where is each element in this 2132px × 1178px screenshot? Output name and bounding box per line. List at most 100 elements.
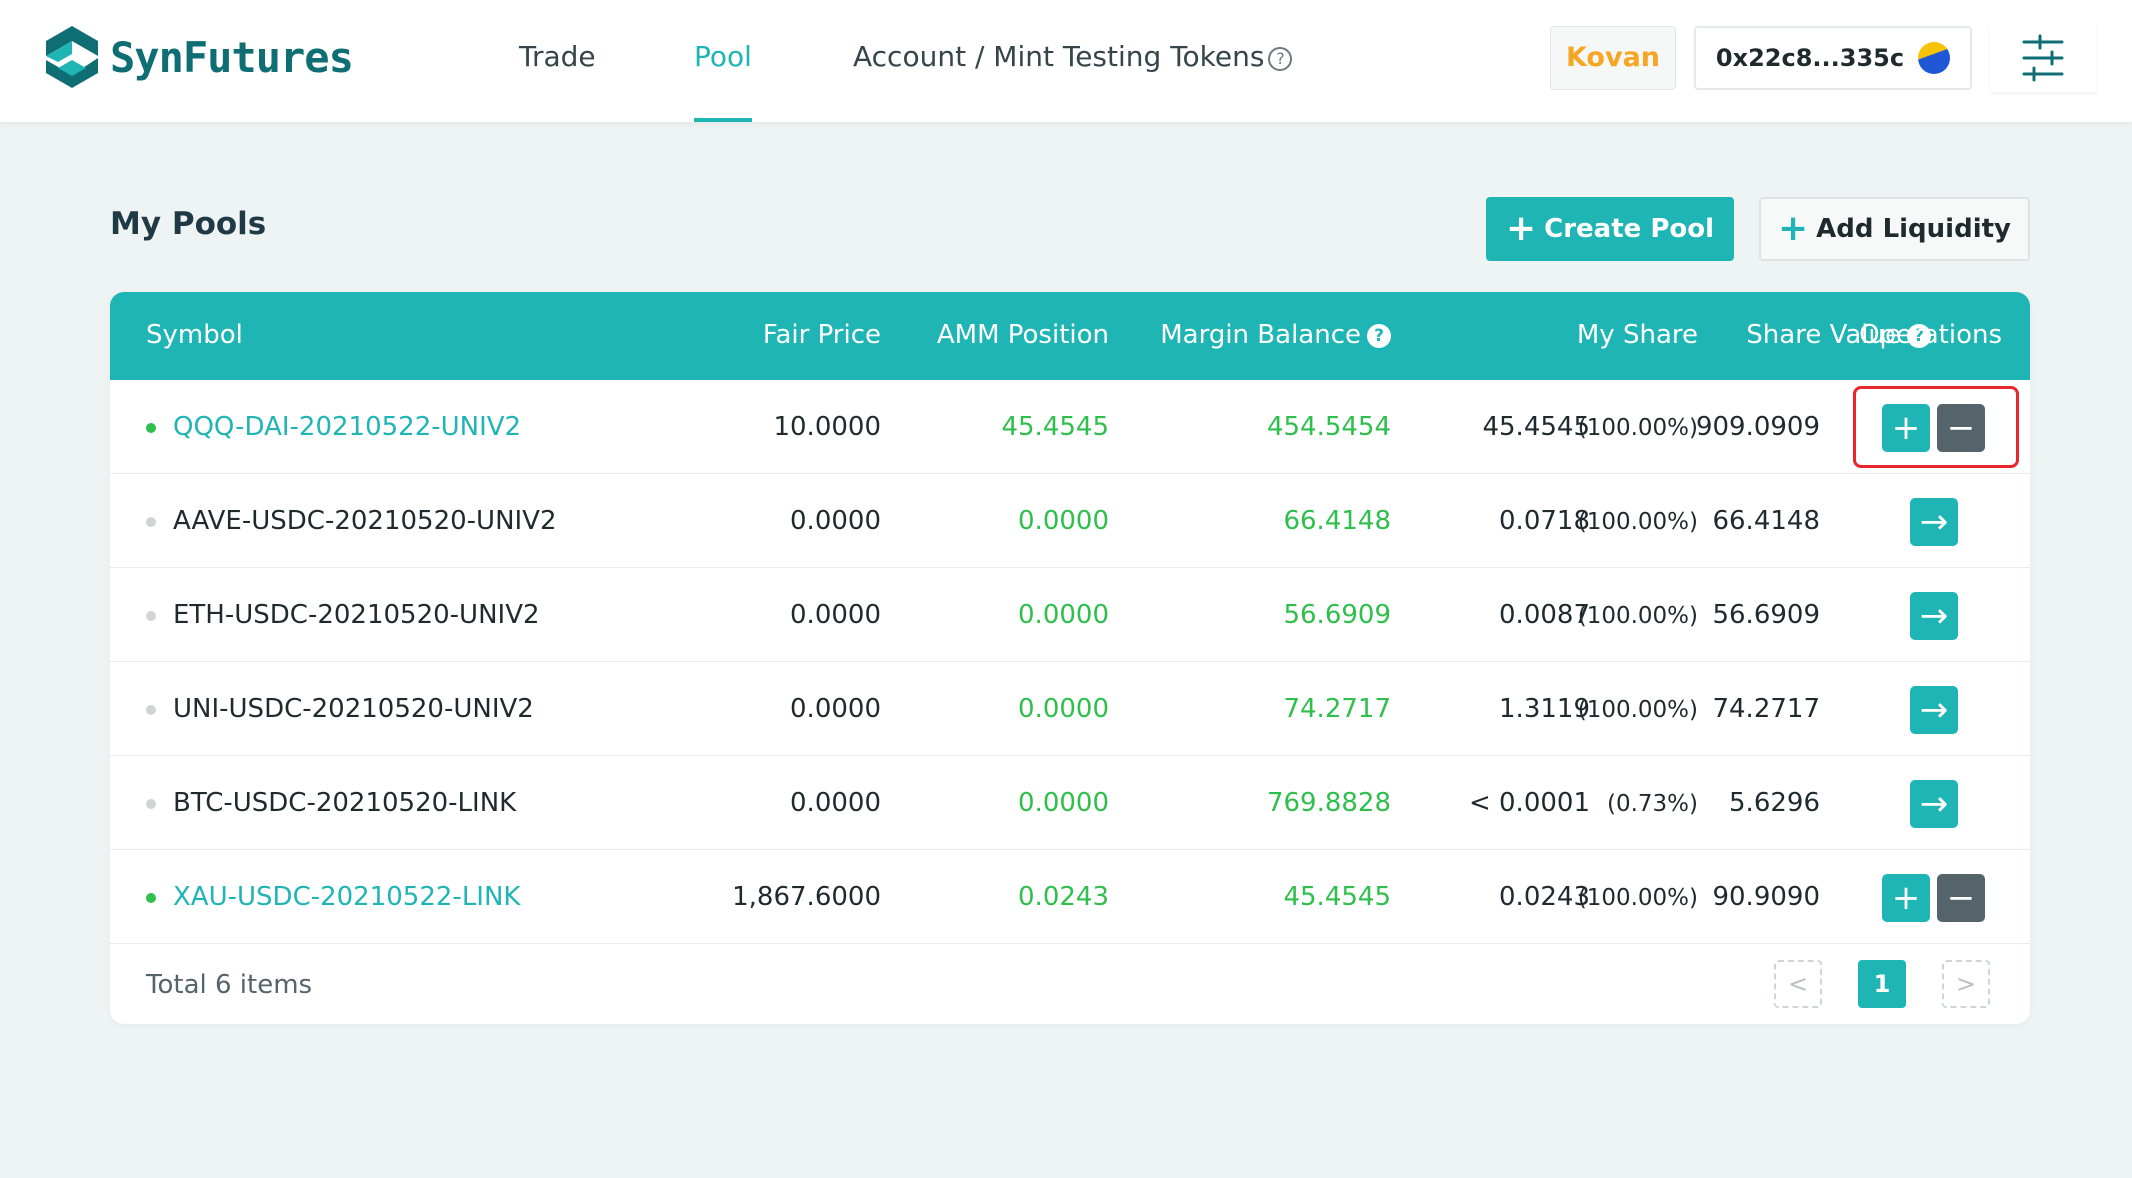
share-value: 909.0909	[1695, 412, 1820, 442]
sliders-icon	[2022, 34, 2064, 82]
symbol-label: BTC-USDC-20210520-LINK	[173, 788, 517, 818]
share-percent: (100.00%)	[1577, 415, 1698, 441]
nav-trade[interactable]: Trade	[519, 40, 596, 73]
plus-icon: +	[1505, 208, 1537, 249]
status-dot	[146, 611, 156, 621]
pools-table: Symbol Fair Price AMM Position Margin Ba…	[110, 292, 2030, 1024]
col-fair-price: Fair Price	[762, 320, 881, 350]
brand-name: SynFutures	[110, 32, 354, 82]
share-percent: (100.00%)	[1577, 697, 1698, 723]
col-my-share: My Share	[1576, 320, 1698, 350]
remove-liquidity-row-button[interactable]: −	[1937, 874, 1985, 922]
table-row: XAU-USDC-20210522-LINK 1,867.6000 0.0243…	[110, 850, 2030, 944]
top-header: SynFutures Trade Pool Account / Mint Tes…	[0, 0, 2132, 122]
nav-pool[interactable]: Pool	[694, 40, 752, 73]
chevron-left-icon: <	[1787, 970, 1809, 998]
symbol-link[interactable]: QQQ-DAI-20210522-UNIV2	[173, 412, 521, 442]
table-row: ETH-USDC-20210520-UNIV2 0.0000 0.0000 56…	[110, 568, 2030, 662]
create-pool-label: Create Pool	[1544, 214, 1715, 244]
fair-price: 1,867.6000	[732, 882, 881, 912]
symbol-label: UNI-USDC-20210520-UNIV2	[173, 694, 534, 724]
add-liquidity-row-button[interactable]: +	[1882, 874, 1930, 922]
my-share: < 0.0001	[1468, 788, 1590, 818]
status-dot	[146, 893, 156, 903]
amm-position: 0.0000	[1018, 694, 1109, 724]
table-header: Symbol Fair Price AMM Position Margin Ba…	[110, 292, 2030, 380]
wallet-address: 0x22c8...335c	[1715, 44, 1905, 72]
arrow-right-icon: →	[1919, 690, 1949, 730]
share-value: 66.4148	[1712, 506, 1820, 536]
table-row: BTC-USDC-20210520-LINK 0.0000 0.0000 769…	[110, 756, 2030, 850]
my-share: 0.0087	[1499, 600, 1590, 630]
share-value: 56.6909	[1712, 600, 1820, 630]
prev-page-button[interactable]: <	[1774, 960, 1822, 1008]
my-share: 1.3119	[1499, 694, 1590, 724]
col-margin-balance-label: Margin Balance	[1160, 320, 1361, 350]
nav-active-indicator	[694, 118, 752, 122]
amm-position: 0.0243	[1018, 882, 1109, 912]
help-icon[interactable]: ?	[1367, 324, 1391, 348]
margin-balance: 66.4148	[1283, 506, 1391, 536]
go-to-pool-button[interactable]: →	[1910, 686, 1958, 734]
arrow-right-icon: →	[1919, 784, 1949, 824]
network-badge[interactable]: Kovan	[1550, 26, 1676, 90]
synfutures-logo-icon	[46, 26, 98, 88]
fair-price: 10.0000	[773, 412, 881, 442]
create-pool-button[interactable]: + Create Pool	[1486, 197, 1734, 261]
table-row: UNI-USDC-20210520-UNIV2 0.0000 0.0000 74…	[110, 662, 2030, 756]
my-share: 45.4545	[1482, 412, 1590, 442]
chevron-right-icon: >	[1955, 970, 1977, 998]
arrow-right-icon: →	[1919, 596, 1949, 636]
margin-balance: 454.5454	[1266, 412, 1391, 442]
share-percent: (100.00%)	[1577, 885, 1698, 911]
next-page-button[interactable]: >	[1942, 960, 1990, 1008]
symbol-label: AAVE-USDC-20210520-UNIV2	[173, 506, 557, 536]
margin-balance: 45.4545	[1283, 882, 1391, 912]
share-percent: (0.73%)	[1606, 791, 1698, 817]
status-dot	[146, 705, 156, 715]
share-value: 74.2717	[1712, 694, 1820, 724]
fair-price: 0.0000	[790, 600, 881, 630]
arrow-right-icon: →	[1919, 502, 1949, 542]
table-row: QQQ-DAI-20210522-UNIV2 10.0000 45.4545 4…	[110, 380, 2030, 474]
go-to-pool-button[interactable]: →	[1910, 780, 1958, 828]
amm-position: 0.0000	[1018, 506, 1109, 536]
page-title: My Pools	[110, 206, 267, 242]
fair-price: 0.0000	[790, 788, 881, 818]
fair-price: 0.0000	[790, 694, 881, 724]
minus-icon: −	[1946, 878, 1976, 918]
my-share: 0.0243	[1499, 882, 1590, 912]
total-items: Total 6 items	[146, 970, 313, 1000]
amm-position: 0.0000	[1018, 788, 1109, 818]
share-value: 90.9090	[1712, 882, 1820, 912]
go-to-pool-button[interactable]: →	[1910, 498, 1958, 546]
status-dot	[146, 799, 156, 809]
status-dot	[146, 423, 156, 433]
add-liquidity-button[interactable]: + Add Liquidity	[1759, 197, 2030, 261]
wallet-button[interactable]: 0x22c8...335c	[1694, 26, 1972, 90]
margin-balance: 74.2717	[1283, 694, 1391, 724]
my-share: 0.0718	[1499, 506, 1590, 536]
nav-account-label: Account / Mint Testing Tokens	[853, 40, 1265, 73]
margin-balance: 56.6909	[1283, 600, 1391, 630]
share-percent: (100.00%)	[1577, 509, 1698, 535]
help-icon[interactable]: ?	[1268, 47, 1293, 71]
page-number-button[interactable]: 1	[1858, 960, 1906, 1008]
col-operations: Operations	[1859, 320, 2002, 350]
go-to-pool-button[interactable]: →	[1910, 592, 1958, 640]
table-row: AAVE-USDC-20210520-UNIV2 0.0000 0.0000 6…	[110, 474, 2030, 568]
col-symbol: Symbol	[146, 320, 243, 350]
highlight-annotation	[1853, 386, 2019, 468]
fair-price: 0.0000	[790, 506, 881, 536]
synfutures-logo[interactable]: SynFutures	[42, 24, 354, 90]
plus-icon: +	[1778, 208, 1809, 249]
add-liquidity-label: Add Liquidity	[1816, 214, 2011, 244]
settings-button[interactable]	[1990, 24, 2096, 92]
amm-position: 0.0000	[1018, 600, 1109, 630]
plus-icon: +	[1891, 878, 1921, 918]
symbol-link[interactable]: XAU-USDC-20210522-LINK	[173, 882, 520, 912]
share-value: 5.6296	[1729, 788, 1820, 818]
wallet-avatar-icon	[1918, 42, 1951, 74]
share-percent: (100.00%)	[1577, 603, 1698, 629]
nav-account[interactable]: Account / Mint Testing Tokens?	[853, 40, 1293, 73]
